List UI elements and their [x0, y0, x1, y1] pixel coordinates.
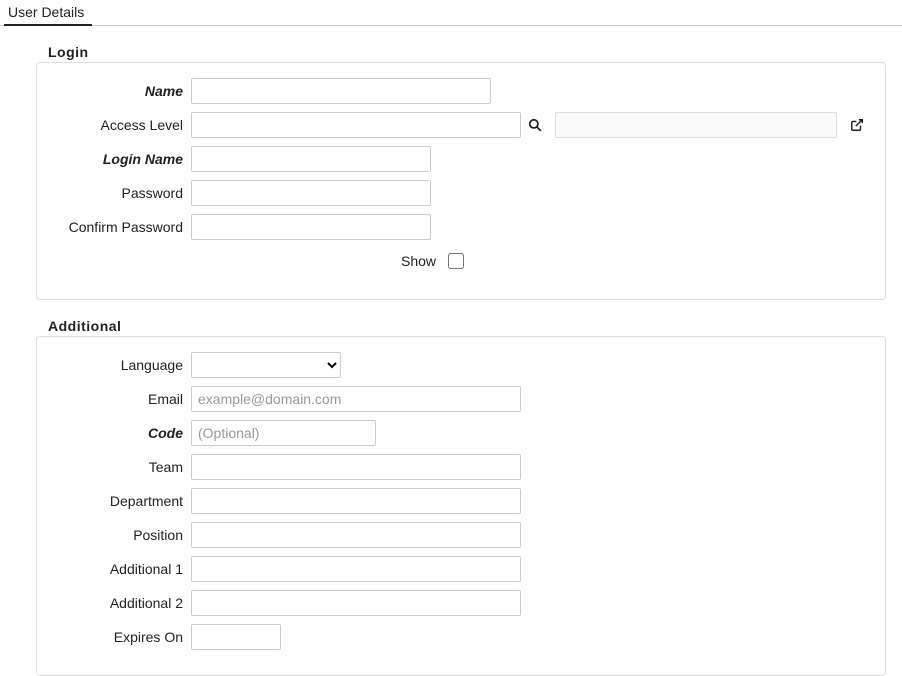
section-login: Name Access Level Login Name Password Co…	[36, 62, 886, 300]
expires-on-label: Expires On	[51, 629, 191, 645]
login-name-field[interactable]	[191, 146, 431, 172]
additional1-field[interactable]	[191, 556, 521, 582]
language-select[interactable]	[191, 352, 341, 378]
show-label: Show	[401, 253, 436, 269]
login-name-label: Login Name	[51, 151, 191, 167]
team-field[interactable]	[191, 454, 521, 480]
position-field[interactable]	[191, 522, 521, 548]
confirm-password-field[interactable]	[191, 214, 431, 240]
additional2-field[interactable]	[191, 590, 521, 616]
search-icon[interactable]	[525, 115, 545, 135]
code-field[interactable]	[191, 420, 376, 446]
access-level-label: Access Level	[51, 117, 191, 133]
password-field[interactable]	[191, 180, 431, 206]
confirm-password-label: Confirm Password	[51, 219, 191, 235]
additional1-label: Additional 1	[51, 561, 191, 577]
department-field[interactable]	[191, 488, 521, 514]
show-checkbox[interactable]	[448, 253, 464, 269]
password-label: Password	[51, 185, 191, 201]
name-field[interactable]	[191, 78, 491, 104]
expires-on-field[interactable]	[191, 624, 281, 650]
tab-user-details[interactable]: User Details	[4, 0, 92, 26]
name-label: Name	[51, 83, 191, 99]
email-label: Email	[51, 391, 191, 407]
tab-bar: User Details	[0, 0, 902, 26]
team-label: Team	[51, 459, 191, 475]
code-label: Code	[51, 425, 191, 441]
position-label: Position	[51, 527, 191, 543]
section-title-additional: Additional	[48, 318, 902, 334]
access-level-display	[555, 112, 837, 138]
language-label: Language	[51, 357, 191, 373]
section-title-login: Login	[48, 44, 902, 60]
section-additional: Language Email Code Team Department Posi…	[36, 336, 886, 676]
department-label: Department	[51, 493, 191, 509]
email-field[interactable]	[191, 386, 521, 412]
access-level-field[interactable]	[191, 112, 521, 138]
external-link-icon[interactable]	[847, 115, 867, 135]
